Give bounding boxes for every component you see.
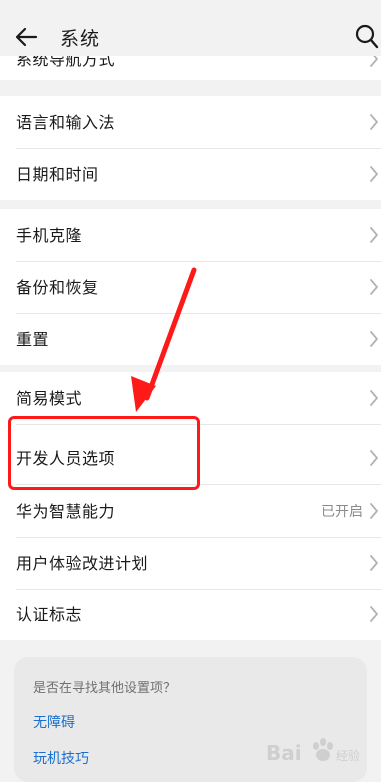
chevron-right-icon xyxy=(370,503,378,519)
settings-group-backup: 手机克隆 备份和恢复 重置 xyxy=(0,209,381,365)
settings-row-huawei-ai[interactable]: 华为智慧能力 已开启 xyxy=(0,485,381,537)
chevron-right-icon xyxy=(370,56,378,67)
settings-group-language: 语言和输入法 日期和时间 xyxy=(0,96,381,200)
suggestions-title: 是否在寻找其他设置项？ xyxy=(33,681,177,696)
chevron-right-icon xyxy=(370,166,378,182)
row-label: 认证标志 xyxy=(16,605,83,624)
settings-group-advanced: 简易模式 开发人员选项 华为智慧能力 已开启 用户体验改进计划 认证标志 xyxy=(0,372,381,640)
chevron-right-icon xyxy=(370,390,378,406)
status-value: 已开启 xyxy=(321,504,363,520)
chevron-right-icon xyxy=(370,227,378,243)
row-label: 语言和输入法 xyxy=(16,113,116,132)
chevron-right-icon xyxy=(370,331,378,347)
row-label: 简易模式 xyxy=(16,389,83,408)
chevron-right-icon xyxy=(370,114,378,130)
baidu-watermark-logo: Bai 经验 xyxy=(266,738,360,765)
settings-row-certification[interactable]: 认证标志 xyxy=(0,588,381,640)
row-label: 重置 xyxy=(16,330,50,349)
row-label: 手机克隆 xyxy=(16,226,83,245)
settings-row-date-time[interactable]: 日期和时间 xyxy=(0,148,381,200)
settings-row-backup-restore[interactable]: 备份和恢复 xyxy=(0,261,381,313)
settings-row-system-navigation[interactable]: 系统导航方式 xyxy=(0,56,381,80)
highlight-box xyxy=(8,416,200,490)
svg-text:经验: 经验 xyxy=(336,748,360,763)
back-arrow-icon[interactable] xyxy=(14,24,40,50)
settings-row-phone-clone[interactable]: 手机克隆 xyxy=(0,209,381,261)
suggestion-link-tips[interactable]: 玩机技巧 xyxy=(33,748,89,768)
svg-text:Bai: Bai xyxy=(266,741,302,765)
search-icon[interactable] xyxy=(354,22,380,50)
settings-row-language-input[interactable]: 语言和输入法 xyxy=(0,96,381,148)
settings-row-reset[interactable]: 重置 xyxy=(0,313,381,365)
row-label: 华为智慧能力 xyxy=(16,502,116,521)
chevron-right-icon xyxy=(370,450,378,466)
row-label: 用户体验改进计划 xyxy=(16,554,149,573)
settings-row-user-experience[interactable]: 用户体验改进计划 xyxy=(0,537,381,589)
suggestion-link-accessibility[interactable]: 无障碍 xyxy=(33,712,75,732)
chevron-right-icon xyxy=(370,606,378,622)
row-label: 系统导航方式 xyxy=(16,56,116,69)
chevron-right-icon xyxy=(370,279,378,295)
row-label: 备份和恢复 xyxy=(16,278,99,297)
page-title: 系统 xyxy=(60,28,101,50)
chevron-right-icon xyxy=(370,555,378,571)
row-label: 日期和时间 xyxy=(16,165,99,184)
